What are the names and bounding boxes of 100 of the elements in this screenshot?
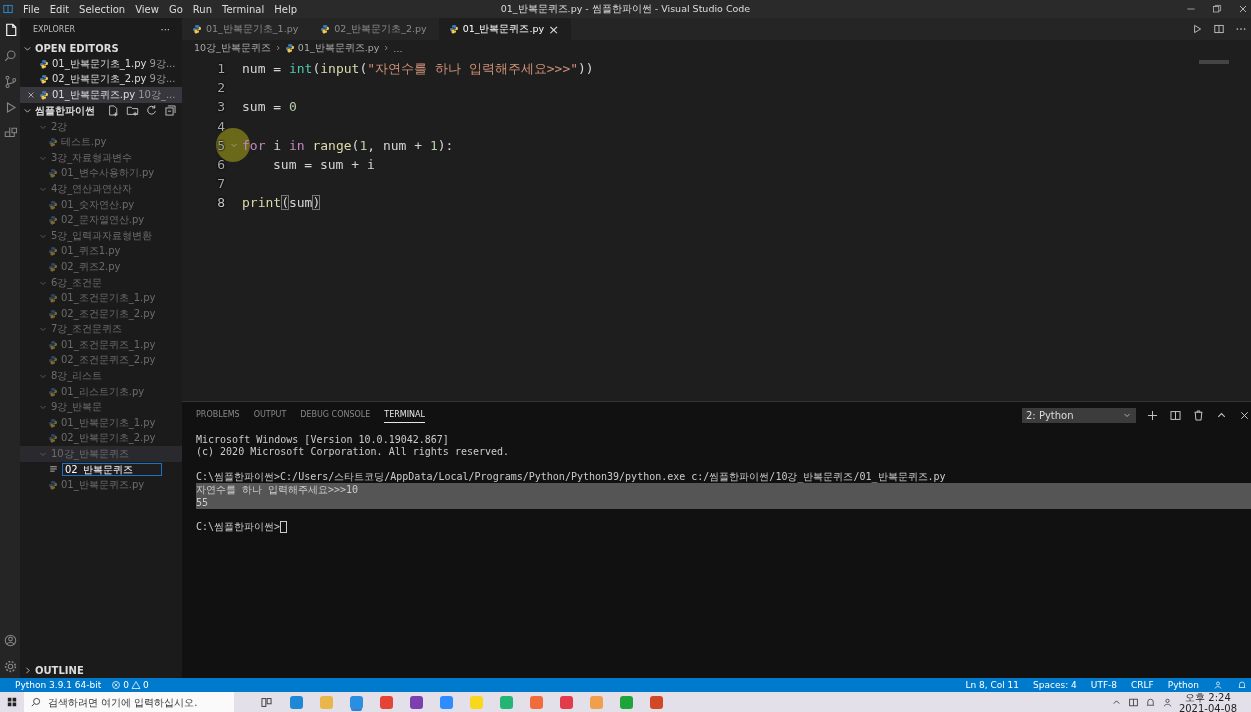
explorer-folder[interactable]: 7강_조건문퀴즈 <box>51 322 123 337</box>
status-item[interactable]: Ln 8, Col 11 <box>965 680 1020 690</box>
problems-status[interactable]: 0 0 <box>111 680 149 690</box>
more-button[interactable]: ··· <box>160 23 170 35</box>
task-view-icon[interactable] <box>260 695 273 709</box>
python-file-icon <box>48 480 58 491</box>
section-header[interactable]: OUTLINE <box>35 664 84 676</box>
explorer-file[interactable]: 01_반복문기초_1.py <box>61 415 156 430</box>
close-icon[interactable] <box>1237 3 1249 15</box>
collapse-icon[interactable] <box>164 104 177 118</box>
explorer-folder[interactable]: 4강_연산과연산자 <box>51 181 133 196</box>
app-icon[interactable] <box>560 695 573 709</box>
menu-item[interactable]: Terminal <box>217 3 270 15</box>
explorer-folder[interactable]: 5강_입력과자료형변환 <box>51 228 153 243</box>
app-icon[interactable] <box>530 695 543 709</box>
panel-tab[interactable]: OUTPUT <box>253 407 287 423</box>
error-icon <box>111 680 122 690</box>
app-icon[interactable] <box>350 695 363 709</box>
explorer-file[interactable]: 01_리스트기초.py <box>61 384 145 399</box>
explorer-folder[interactable]: 8강_리스트 <box>51 369 103 384</box>
explorer-file[interactable]: 01_변수사용하기.py <box>61 166 155 181</box>
python-file-icon <box>48 433 58 444</box>
menu-item[interactable]: View <box>130 3 164 15</box>
editor-tab[interactable]: 01_반복문퀴즈.py × <box>438 18 572 40</box>
split-editor-icon[interactable] <box>1213 23 1225 35</box>
menu-item[interactable]: Go <box>163 3 188 15</box>
refresh-icon[interactable] <box>145 104 158 118</box>
explorer-folder[interactable]: 2강 <box>51 119 68 134</box>
branch-icon[interactable] <box>2 74 18 89</box>
section-header[interactable]: 씸플한파이썬 <box>35 103 95 118</box>
app-icon[interactable] <box>410 695 423 709</box>
panel-tab[interactable]: PROBLEMS <box>196 407 240 423</box>
explorer-file[interactable]: 01_조건문기초_1.py <box>61 291 156 306</box>
trash-icon[interactable] <box>1192 408 1205 422</box>
explorer-folder[interactable]: 9강_반복문 <box>51 400 103 415</box>
app-icon[interactable] <box>650 695 663 709</box>
breadcrumb-item[interactable]: ... <box>393 42 403 54</box>
panel-tab[interactable]: DEBUG CONSOLE <box>300 407 371 423</box>
menu-item[interactable]: Edit <box>44 3 75 15</box>
editor-tab[interactable]: 02_반복문기초_2.py <box>310 18 439 40</box>
interpreter-status[interactable]: Python 3.9.1 64-bit <box>15 680 102 690</box>
editor-tab[interactable]: 01_반복문기초_1.py <box>182 18 311 40</box>
status-item[interactable]: CRLF <box>1131 680 1154 690</box>
sidebar-title: EXPLORER <box>33 24 75 34</box>
breadcrumb-item[interactable]: 01_반복문퀴즈.py <box>297 41 380 55</box>
python-file-icon <box>48 246 58 257</box>
terminal-dropdown[interactable]: 2: Python <box>1022 407 1136 423</box>
taskbar-search-field[interactable]: 검색하려면 여기에 입력하십시오. <box>24 692 234 712</box>
terminal-line: 자연수를 하나 입력해주세요>>>10 <box>196 482 359 497</box>
explorer-folder[interactable]: 3강_자료형과변수 <box>51 150 133 165</box>
settings-icon[interactable] <box>2 659 18 674</box>
explorer-file[interactable]: 02_조건문기초_2.py <box>61 306 156 321</box>
split-terminal-icon[interactable] <box>1169 408 1182 422</box>
bell-icon[interactable] <box>1237 680 1247 690</box>
code-line: for i in range(1, num + 1): <box>242 137 454 153</box>
search-icon[interactable] <box>2 48 18 63</box>
new-folder-icon[interactable] <box>126 104 139 118</box>
explorer-folder[interactable]: 6강_조건문 <box>51 275 103 290</box>
explorer-file[interactable]: 01_반복문퀴즈.py <box>61 478 145 493</box>
menu-item[interactable]: Help <box>269 3 303 15</box>
status-item[interactable]: Python <box>1167 680 1199 690</box>
app-icon[interactable] <box>440 695 453 709</box>
section-header[interactable]: OPEN EDITORS <box>35 42 119 54</box>
status-item[interactable]: UTF-8 <box>1090 680 1118 690</box>
rename-field[interactable]: 02_반복문퀴즈 <box>62 463 162 477</box>
app-icon[interactable] <box>620 695 633 709</box>
window-title: 01_반복문퀴즈.py - 씸플한파이썬 - Visual Studio Code <box>500 2 751 16</box>
restore-icon[interactable] <box>1211 3 1223 15</box>
explorer-file[interactable]: 01_조건문퀴즈_1.py <box>61 337 156 352</box>
menu-item[interactable]: File <box>18 3 45 15</box>
minimap <box>1199 60 1229 64</box>
app-icon[interactable] <box>290 695 303 709</box>
account-icon[interactable] <box>2 633 18 648</box>
panel-tab[interactable]: TERMINAL <box>384 407 426 423</box>
python-file-icon <box>48 355 58 366</box>
tray-icon[interactable] <box>1127 696 1139 708</box>
explorer-file[interactable]: 02_반복문기초_2.py <box>61 431 156 446</box>
run-icon[interactable] <box>1191 23 1203 35</box>
explorer-file[interactable]: 02_문자열연산.py <box>61 213 145 228</box>
explorer-file[interactable]: 01_숫자연산.py <box>61 197 135 212</box>
explorer-file[interactable]: 02_퀴즈2.py <box>61 259 121 274</box>
app-icon[interactable] <box>380 695 393 709</box>
tray-icon[interactable] <box>1144 696 1156 708</box>
open-editor-item[interactable]: 01_반복문퀴즈.py 10강_... <box>20 87 182 103</box>
close-icon[interactable] <box>26 90 36 100</box>
close-button[interactable]: × <box>548 22 560 36</box>
menu-item[interactable]: Selection <box>74 3 131 15</box>
feedback-icon[interactable] <box>1213 680 1223 690</box>
status-item[interactable]: Spaces: 4 <box>1033 680 1077 690</box>
explorer-file[interactable]: 테스트.py <box>61 135 107 150</box>
explorer-file[interactable]: 01_퀴즈1.py <box>61 244 121 259</box>
windows-icon[interactable] <box>6 696 18 708</box>
explorer-file[interactable]: 02_조건문퀴즈_2.py <box>61 353 156 368</box>
breadcrumb-item[interactable]: 10강_반복문퀴즈 <box>194 41 271 55</box>
menu-item[interactable]: Run <box>187 3 217 15</box>
open-editor-item[interactable]: 02_반복문기초_2.py 9강... <box>20 71 182 88</box>
tray-icon[interactable] <box>1161 696 1173 708</box>
open-editor-item[interactable]: 01_반복문기초_1.py 9강... <box>20 56 182 72</box>
new-file-icon[interactable] <box>107 104 120 118</box>
plus-icon[interactable] <box>1146 408 1159 422</box>
